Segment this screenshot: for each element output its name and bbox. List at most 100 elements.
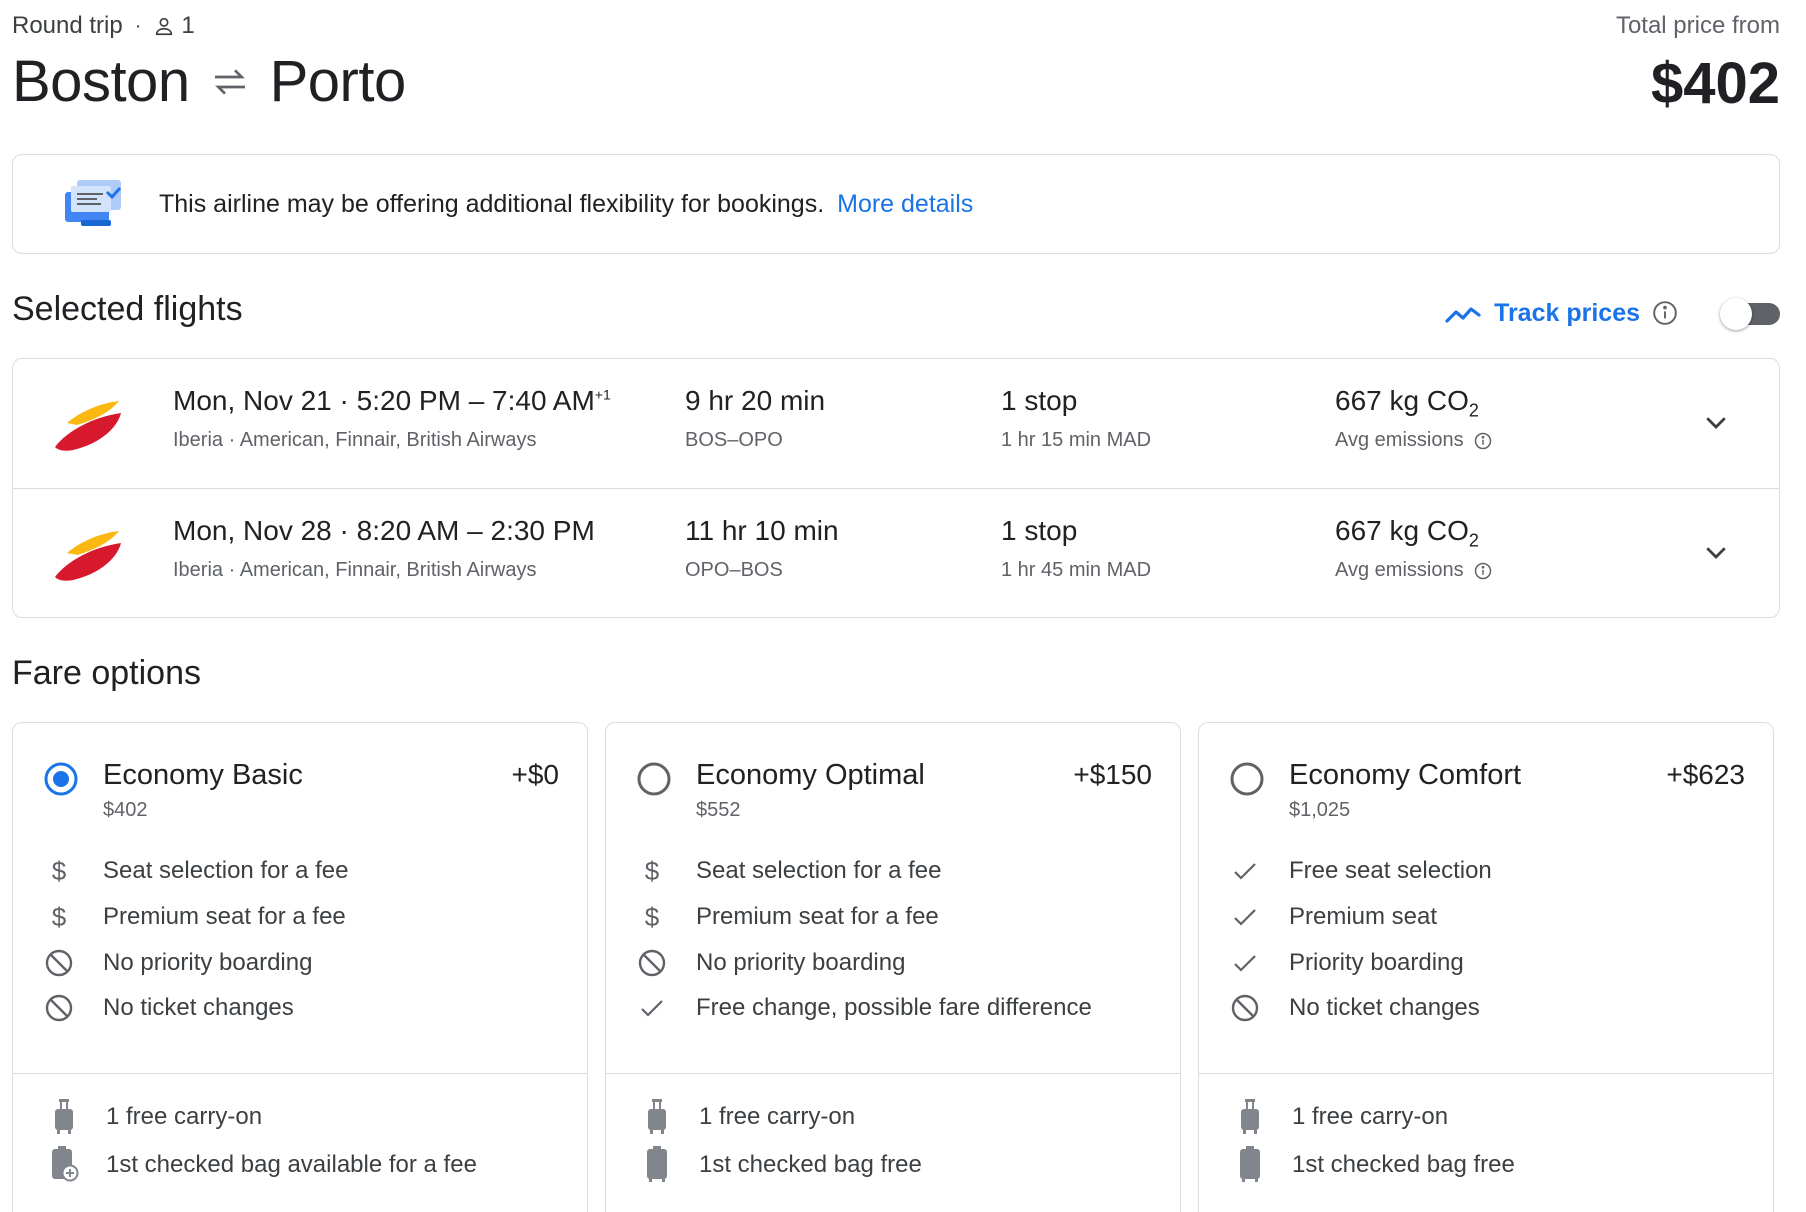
fare-name: Economy Basic [103,759,303,791]
baggage-text: 1 free carry-on [1292,1103,1449,1130]
more-details-link[interactable]: More details [837,190,973,218]
emissions-label: Avg emissions [1335,559,1464,581]
baggage-text: 1st checked bag available for a fee [106,1151,477,1178]
dollar-icon: $ [43,901,75,933]
fare-card-economy-basic[interactable]: Economy Basic +$0 $402 $ Seat selection for … [12,722,588,1212]
carry-on-icon [49,1097,79,1135]
flight-date: Mon, Nov 28 [173,515,332,546]
fare-card-economy-optimal[interactable]: Economy Optimal +$150 $552 $ Seat selection … [605,722,1181,1212]
info-icon[interactable] [1474,432,1492,450]
svg-text:$: $ [645,902,660,932]
flight-times: 5:20 PM – 7:40 AM [356,385,595,416]
radio-unselected-icon[interactable] [636,761,672,797]
divider [1199,1073,1773,1074]
fare-feature-text: No ticket changes [103,994,294,1021]
fare-feature: $ Premium seat for a fee [606,897,1180,937]
baggage-item: 1 free carry-on [13,1095,587,1135]
flight-airlines: Iberia · American, Finnair, British Airw… [173,429,537,451]
passenger-count[interactable]: 1 [153,12,195,40]
flight-duration: 9 hr 20 min [685,385,826,416]
radio-selected-icon[interactable] [43,761,79,797]
svg-text:$: $ [52,902,67,932]
flight-stops: 1 stop [1001,515,1078,546]
fare-feature-text: Seat selection for a fee [696,857,942,884]
check-icon [1229,947,1261,979]
fare-feature-text: Premium seat [1289,903,1438,930]
track-prices-toggle[interactable] [1720,298,1780,330]
checked-bag-fee-icon [49,1145,79,1183]
radio-unselected-icon[interactable] [1229,761,1265,797]
flight-airlines: Iberia · American, Finnair, British Airw… [173,559,537,581]
route-title: Boston Porto [12,48,406,115]
divider [606,1073,1180,1074]
selected-flights-list: Mon, Nov 21 · 5:20 PM – 7:40 AM+1 Iberia… [12,358,1780,618]
fare-name: Economy Comfort [1289,759,1522,791]
fare-feature: No priority boarding [13,943,587,983]
baggage-item: 1 free carry-on [606,1095,1180,1135]
flight-datetime: Mon, Nov 28 · 8:20 AM – 2:30 PM [173,515,595,547]
fare-price-delta: +$150 [1073,759,1152,790]
passenger-count-value: 1 [181,12,195,39]
track-prices[interactable]: Track prices [1444,298,1780,330]
no-icon [636,947,668,979]
fare-card-economy-comfort[interactable]: Economy Comfort +$623 $1,025 Free seat sele… [1198,722,1774,1212]
separator-dot: · [339,515,357,546]
trip-type[interactable]: Round trip [12,12,123,40]
baggage-text: 1 free carry-on [106,1103,263,1130]
chevron-down-icon[interactable] [1701,537,1731,567]
flight-co2: 667 kg CO2 [1335,515,1479,552]
fare-feature: $ Premium seat for a fee [13,897,587,937]
fare-feature-text: Free change, possible fare difference [696,994,1092,1021]
info-icon[interactable] [1652,300,1678,326]
emissions-label: Avg emissions [1335,429,1464,451]
fare-feature: Free seat selection [1199,851,1773,891]
page-header: Round trip · 1 Boston Porto Total price … [12,10,1780,116]
fare-feature: Free change, possible fare difference [606,988,1180,1028]
dollar-icon: $ [636,855,668,887]
iberia-logo-icon [55,401,121,451]
baggage-item: 1st checked bag free [606,1143,1180,1183]
fare-options-heading: Fare options [12,654,201,692]
fare-feature-text: Seat selection for a fee [103,857,349,884]
flight-row-outbound[interactable]: Mon, Nov 21 · 5:20 PM – 7:40 AM+1 Iberia… [13,359,1779,488]
origin-city: Boston [12,49,190,114]
fare-price: $552 [696,799,741,821]
info-icon[interactable] [1474,562,1492,580]
flight-emissions: Avg emissions [1335,429,1492,452]
destination-city: Porto [269,49,407,114]
iberia-logo-icon [55,531,121,581]
total-price-label: Total price from [1615,12,1780,39]
baggage-item: 1st checked bag available for a fee [13,1143,587,1183]
fare-feature-text: Free seat selection [1289,857,1492,884]
total-price: $402 [1650,51,1780,116]
svg-text:$: $ [645,856,660,886]
ticket-flex-icon [65,180,122,226]
baggage-item: 1 free carry-on [1199,1095,1773,1135]
banner-message: This airline may be offering additional … [159,189,825,218]
fare-price-delta: +$623 [1666,759,1745,790]
dollar-icon: $ [43,855,75,887]
flight-datetime: Mon, Nov 21 · 5:20 PM – 7:40 AM+1 [173,385,611,417]
check-icon [1229,855,1261,887]
carry-on-icon [1235,1097,1265,1135]
trend-icon [1445,307,1481,323]
fare-feature-text: Priority boarding [1289,949,1464,976]
fare-feature: $ Seat selection for a fee [13,851,587,891]
fare-feature-text: No priority boarding [696,949,906,976]
selected-flights-heading: Selected flights [12,290,243,328]
chevron-down-icon[interactable] [1701,407,1731,437]
toggle-knob [1720,298,1752,330]
banner-text: This airline may be offering additional … [159,190,973,219]
flight-times: 8:20 AM – 2:30 PM [356,515,595,546]
fare-name: Economy Optimal [696,759,925,791]
baggage-text: 1st checked bag free [1292,1151,1515,1178]
flight-row-return[interactable]: Mon, Nov 28 · 8:20 AM – 2:30 PM Iberia ·… [13,488,1779,617]
flight-duration: 11 hr 10 min [685,515,839,546]
co2-value: 667 kg CO [1335,515,1469,546]
fare-feature: $ Seat selection for a fee [606,851,1180,891]
co2-subscript: 2 [1468,530,1479,551]
track-prices-label[interactable]: Track prices [1494,299,1640,328]
fare-feature: Premium seat [1199,897,1773,937]
person-icon [156,17,173,36]
check-icon [1229,901,1261,933]
